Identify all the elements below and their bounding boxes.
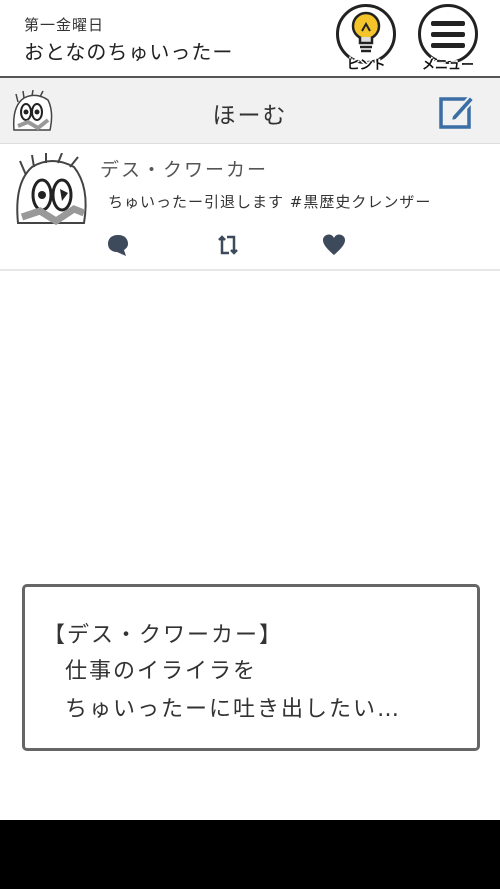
dialogue-line-1: 仕事のイライラを	[65, 659, 258, 684]
home-title: ほーむ	[212, 103, 288, 129]
dialogue-speaker: 【デス・クワーカー】	[43, 623, 284, 648]
game-screen: 第一金曜日 おとなのちゅいったー ヒント メニュー ほーむ デス・クワーカー ち…	[0, 0, 500, 820]
user-avatar[interactable]	[12, 153, 92, 237]
game-title: おとなのちゅいったー	[24, 40, 234, 64]
lightbulb-icon	[351, 11, 381, 53]
hint-button[interactable]: ヒント	[334, 4, 398, 73]
post-text: ちゅいったー引退します #黒歴史クレンザー	[108, 193, 432, 211]
compose-icon[interactable]	[438, 92, 476, 130]
dialogue-line-2: ちゅいったーに吐き出したい…	[65, 697, 402, 722]
chapter-label: 第一金曜日	[24, 16, 105, 34]
post-username: デス・クワーカー	[100, 159, 269, 181]
app-header: ほーむ	[0, 78, 500, 144]
retweet-icon[interactable]	[216, 233, 240, 257]
heart-icon[interactable]	[322, 233, 346, 257]
hint-label: ヒント	[346, 58, 386, 73]
dialogue-box[interactable]: 【デス・クワーカー】 仕事のイライラを ちゅいったーに吐き出したい…	[22, 584, 480, 751]
reply-icon[interactable]	[106, 233, 130, 257]
post-item[interactable]: デス・クワーカー ちゅいったー引退します #黒歴史クレンザー	[0, 145, 500, 271]
top-header: 第一金曜日 おとなのちゅいったー ヒント メニュー	[0, 0, 500, 76]
hamburger-icon	[431, 21, 465, 48]
menu-label: メニュー	[421, 58, 474, 73]
menu-button[interactable]: メニュー	[416, 4, 480, 73]
